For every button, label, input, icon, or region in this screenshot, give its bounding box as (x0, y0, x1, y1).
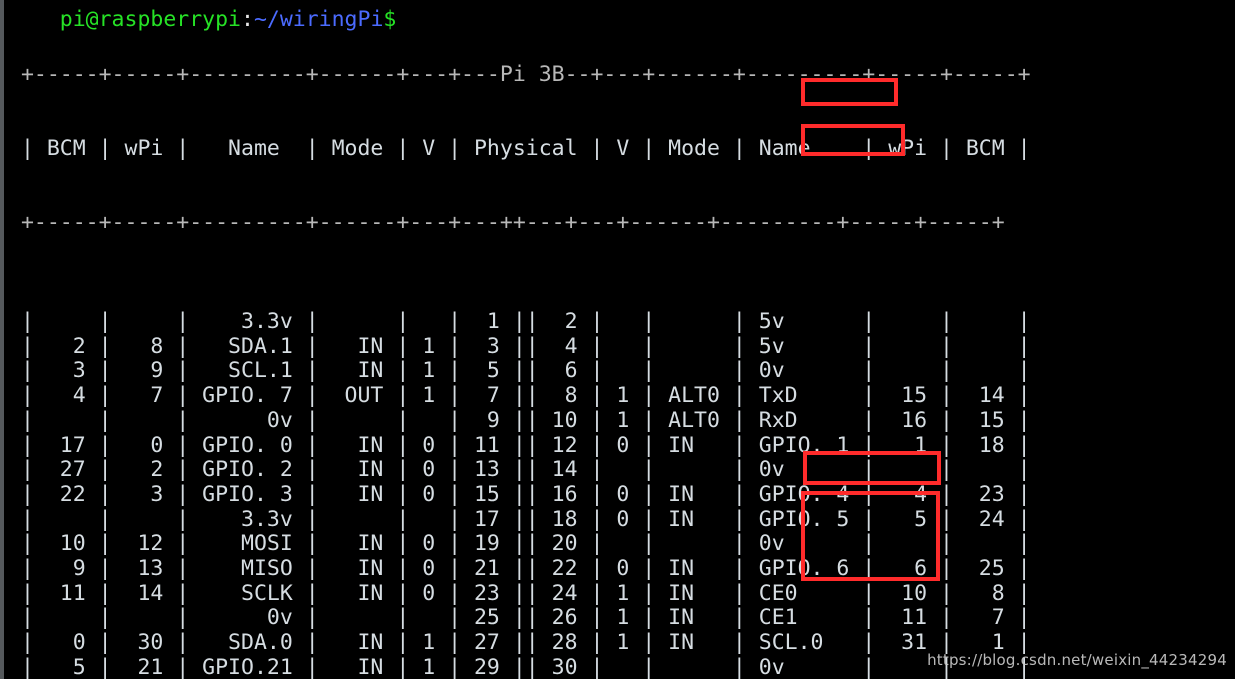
clipped-prompt-dollar: $ (383, 6, 397, 32)
console-output: +-----+-----+---------+------+---+---Pi … (8, 0, 1235, 679)
table-row: | 17 | 0 | GPIO. 0 | IN | 0 | 11 || 12 |… (8, 432, 1031, 458)
table-row: | | | 3.3v | | | 17 || 18 | 0 | IN | GPI… (8, 506, 1031, 532)
table-row: | 27 | 2 | GPIO. 2 | IN | 0 | 13 || 14 |… (8, 457, 1031, 483)
clipped-prompt-path: ~/wiringPi (253, 6, 384, 32)
table-row: | 10 | 12 | MOSI | IN | 0 | 19 || 20 | |… (8, 531, 1031, 557)
table-top-rule: +-----+-----+---------+------+---+---Pi … (8, 62, 1031, 88)
terminal-window[interactable]: pi@raspberrypi:~/wiringPi$ +-----+-----+… (0, 0, 1235, 679)
window-left-border (0, 0, 4, 679)
table-row: | | | 0v | | | 9 || 10 | 1 | ALT0 | RxD … (8, 407, 1031, 433)
table-row: | 22 | 3 | GPIO. 3 | IN | 0 | 15 || 16 |… (8, 481, 1031, 507)
clipped-prompt-colon: : (241, 6, 254, 32)
table-row: | 9 | 13 | MISO | IN | 0 | 21 || 22 | 0 … (8, 555, 1031, 581)
clipped-previous-prompt-line: pi@raspberrypi:~/wiringPi$ (8, 0, 397, 57)
table-row: | 2 | 8 | SDA.1 | IN | 1 | 3 || 4 | | | … (8, 333, 1031, 359)
table-row: | | | 0v | | | 25 || 26 | 1 | IN | CE1 |… (8, 605, 1031, 631)
table-body: | | | 3.3v | | | 1 || 2 | | | 5v | | | |… (8, 309, 1235, 679)
watermark-text: https://blog.csdn.net/weixin_44234294 (927, 651, 1227, 669)
table-row: | | | 3.3v | | | 1 || 2 | | | 5v | | | (8, 309, 1031, 335)
table-header-rule-top: +-----+-----+---------+------+---+---++-… (8, 210, 1005, 236)
table-row: | 3 | 9 | SCL.1 | IN | 1 | 5 || 6 | | | … (8, 358, 1031, 384)
clipped-prompt-user: pi@raspberrypi (59, 6, 241, 32)
table-row: | 4 | 7 | GPIO. 7 | OUT | 1 | 7 || 8 | 1… (8, 383, 1031, 409)
table-row: | 11 | 14 | SCLK | IN | 0 | 23 || 24 | 1… (8, 580, 1031, 606)
table-header-top: | BCM | wPi | Name | Mode | V | Physical… (8, 136, 1031, 162)
